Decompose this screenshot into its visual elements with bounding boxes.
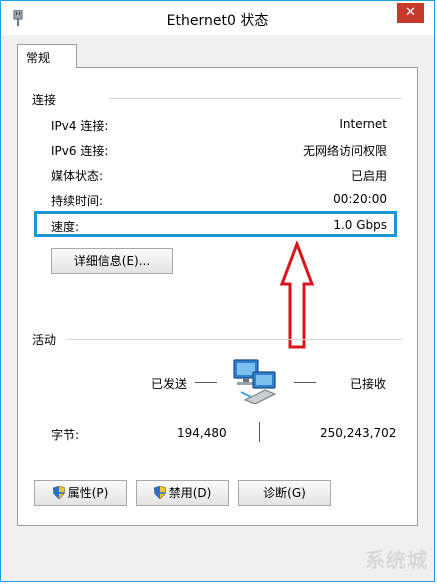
activity-divider (67, 339, 402, 340)
general-panel (17, 67, 418, 526)
activity-section-label: 活动 (32, 333, 57, 347)
uac-shield-icon (52, 486, 65, 499)
sent-line (195, 382, 217, 383)
close-button[interactable]: ✕ (397, 3, 424, 23)
diagnose-button[interactable]: 诊断(G) (238, 480, 331, 506)
properties-label: 属性(P) (67, 486, 109, 500)
window-title: Ethernet0 状态 (166, 13, 269, 29)
media-state-label: 媒体状态: (51, 169, 104, 183)
activity-separator (259, 422, 260, 442)
sent-label: 已发送 (151, 377, 188, 391)
bytes-received-value: 250,243,702 (320, 426, 397, 440)
speed-highlight-box (34, 211, 397, 237)
tab-general[interactable]: 常规 (17, 44, 77, 68)
duration-value: 00:20:00 (333, 192, 387, 206)
bytes-sent-value: 194,480 (177, 426, 227, 440)
ipv6-label: IPv6 连接: (51, 144, 109, 158)
network-computers-icon (233, 359, 277, 404)
properties-button[interactable]: 属性(P) (34, 480, 127, 506)
media-state-value: 已启用 (350, 169, 387, 183)
ipv4-value: Internet (339, 117, 387, 131)
uac-shield-icon (153, 486, 166, 499)
details-button[interactable]: 详细信息(E)... (51, 248, 173, 274)
tab-general-label: 常规 (26, 51, 51, 65)
status-window: Ethernet0 状态 ✕ 常规 连接 IPv4 连接: Internet I… (0, 0, 435, 582)
connection-divider (109, 98, 402, 99)
received-label: 已接收 (350, 377, 387, 391)
title-bar[interactable]: Ethernet0 状态 ✕ (1, 1, 434, 35)
ipv4-label: IPv4 连接: (51, 119, 109, 133)
connection-section-label: 连接 (32, 93, 57, 107)
received-line (294, 382, 316, 383)
ipv6-value: 无网络访问权限 (302, 144, 387, 158)
duration-label: 持续时间: (51, 194, 104, 208)
disable-button[interactable]: 禁用(D) (136, 480, 229, 506)
watermark: 系统城 (365, 548, 428, 572)
bytes-label: 字节: (51, 428, 80, 442)
disable-label: 禁用(D) (168, 486, 212, 500)
annotation-arrow-icon (279, 241, 315, 349)
